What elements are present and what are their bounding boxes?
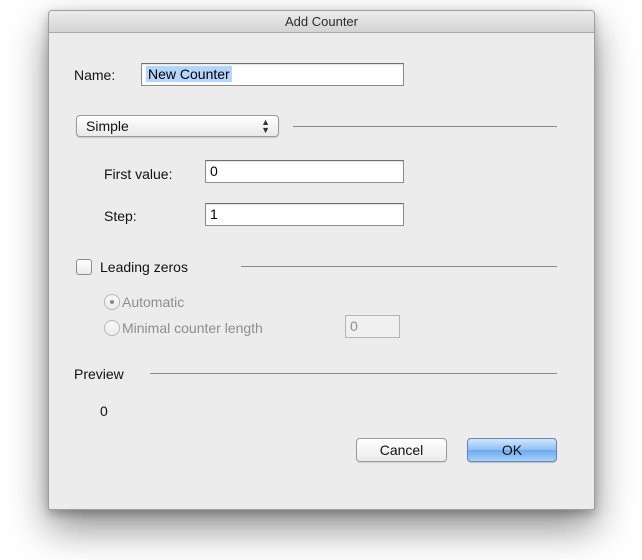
leading-zeros-separator [241, 266, 557, 267]
updown-chevron-icon: ▲ ▼ [261, 117, 270, 135]
counter-type-popup[interactable]: Simple ▲ ▼ [76, 115, 279, 137]
preview-value: 0 [100, 403, 108, 419]
minimal-length-field[interactable]: 0 [345, 315, 400, 338]
leading-zeros-label: Leading zeros [100, 259, 188, 275]
preview-label: Preview [74, 366, 124, 382]
window-title: Add Counter [49, 11, 594, 33]
counter-type-selected: Simple [86, 118, 129, 134]
minimal-length-label: Minimal counter length [122, 320, 263, 336]
ok-button[interactable]: OK [467, 438, 557, 462]
add-counter-dialog: Add Counter Name: New Counter Simple ▲ ▼ … [48, 10, 595, 510]
first-value-label: First value: [104, 166, 173, 182]
step-field[interactable]: 1 [205, 203, 404, 226]
name-field-value: New Counter [146, 66, 232, 82]
name-field[interactable]: New Counter [141, 63, 404, 86]
step-label: Step: [104, 208, 137, 224]
radio-selected-dot [110, 300, 114, 304]
preview-separator [150, 373, 557, 374]
minimal-length-radio[interactable] [104, 320, 120, 336]
leading-zeros-checkbox[interactable] [76, 259, 92, 275]
automatic-radio[interactable] [104, 294, 120, 310]
first-value-field[interactable]: 0 [205, 160, 404, 183]
name-label: Name: [74, 67, 116, 83]
type-separator [293, 126, 557, 127]
cancel-button[interactable]: Cancel [356, 438, 447, 462]
automatic-label: Automatic [122, 294, 185, 310]
